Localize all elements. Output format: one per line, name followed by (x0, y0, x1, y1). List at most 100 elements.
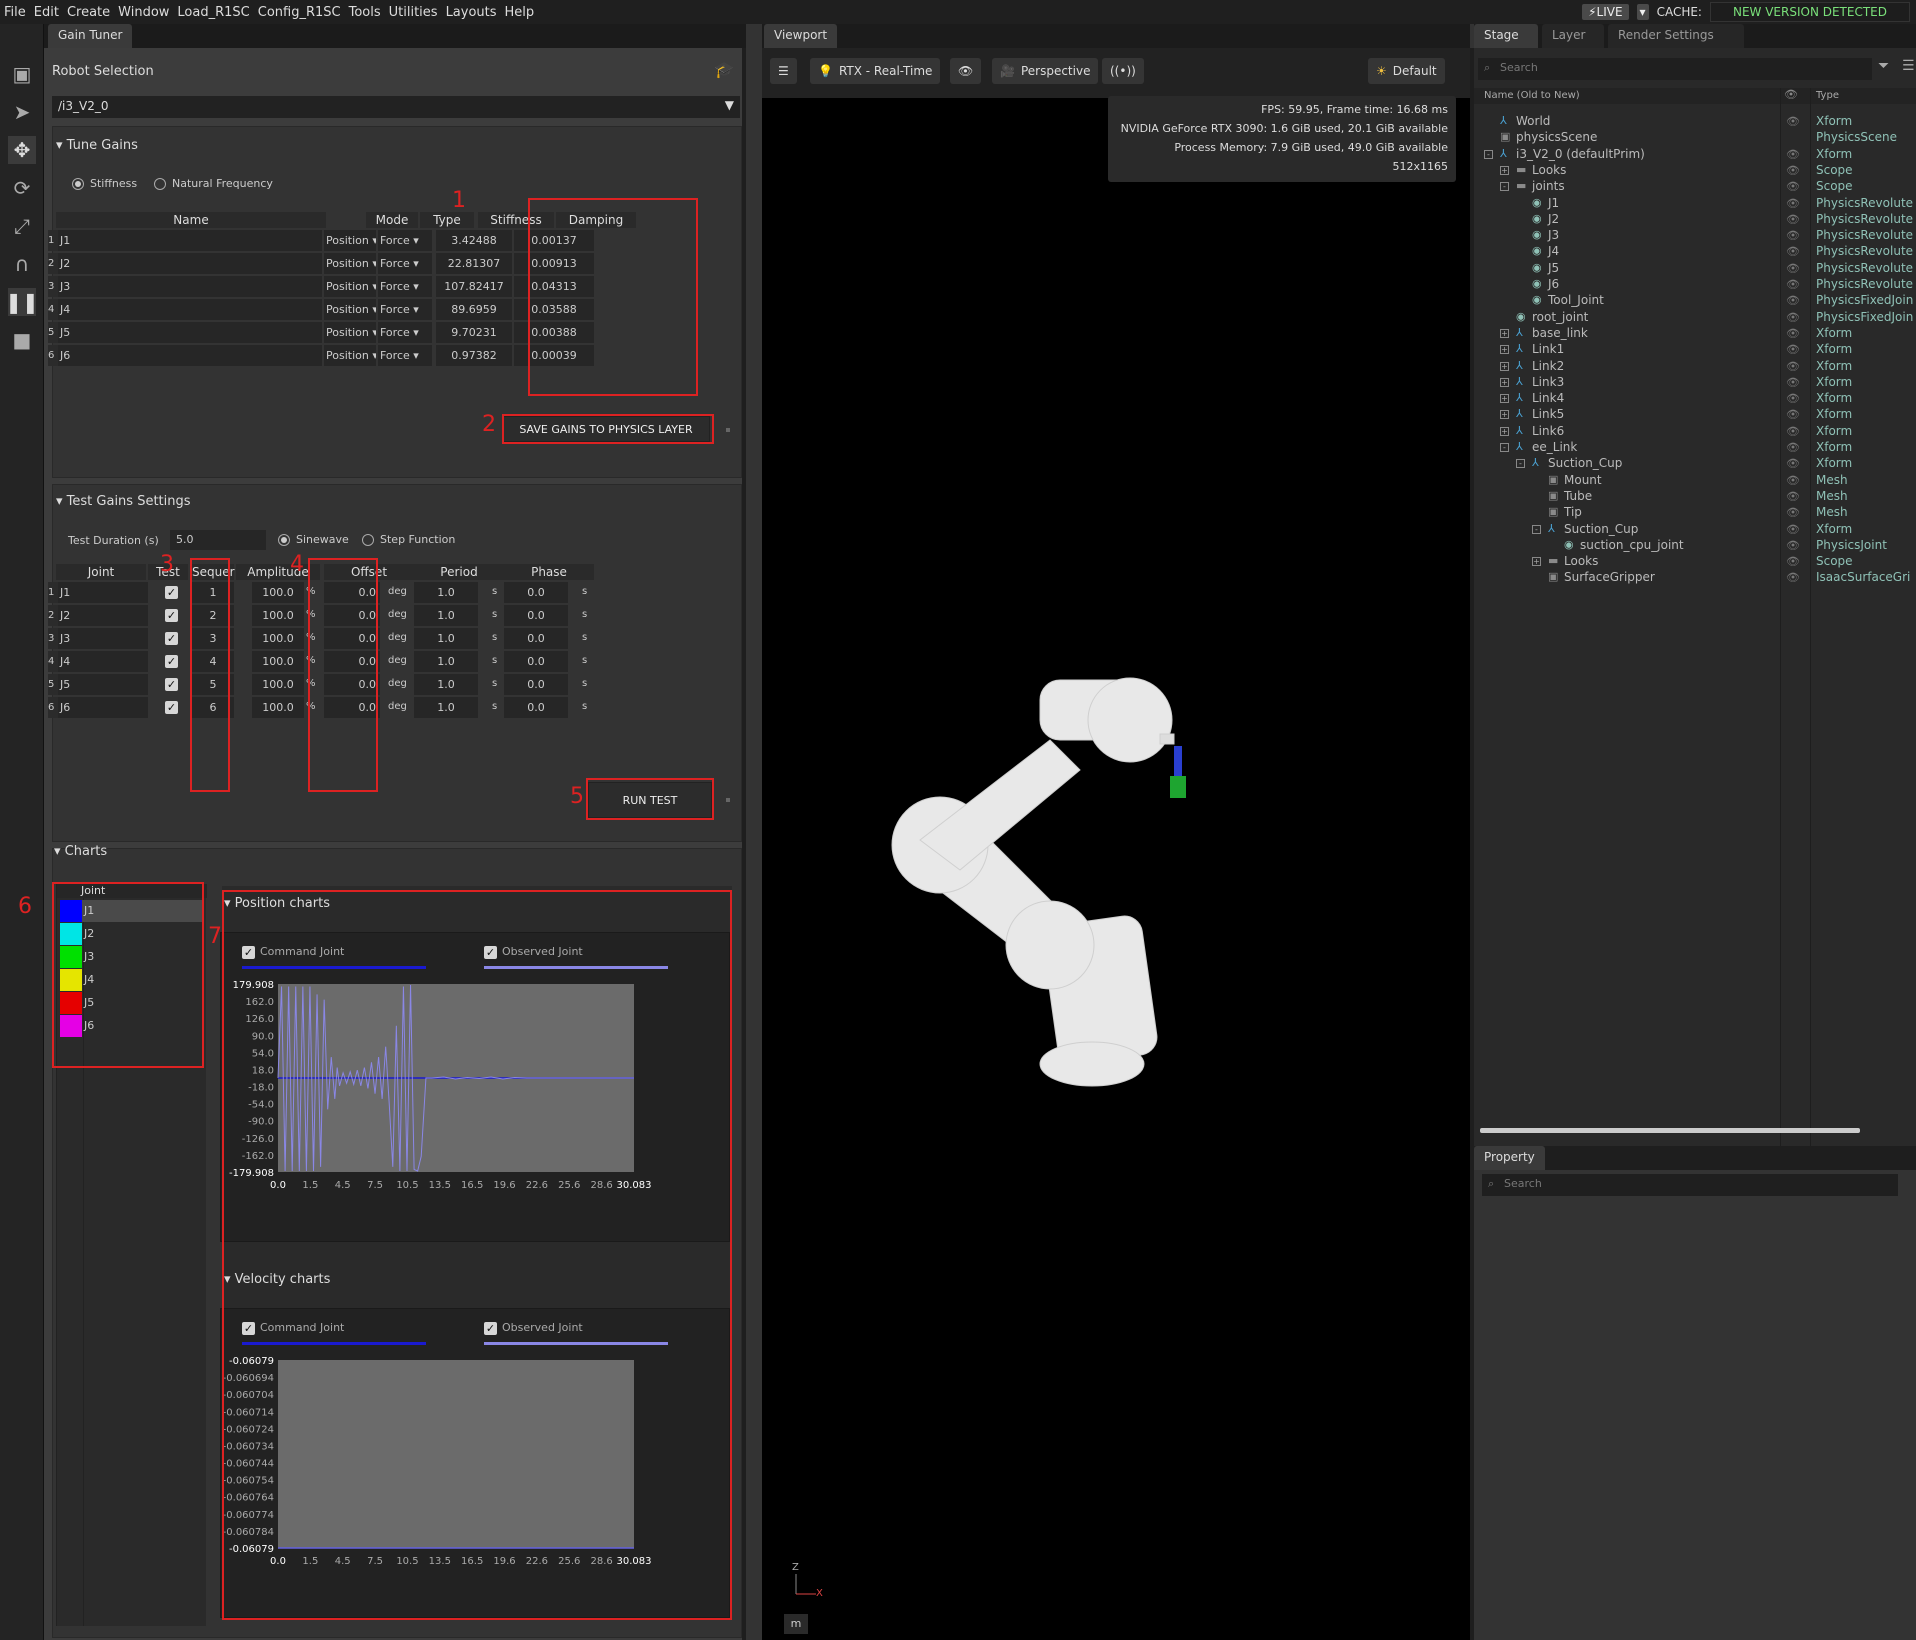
eye-icon[interactable]: 👁 (1786, 245, 1800, 258)
help-icon[interactable]: 🎓 (714, 60, 734, 79)
offset-field[interactable]: 0.0 (324, 628, 380, 649)
expand-icon[interactable]: + (1500, 165, 1509, 175)
type-dropdown[interactable]: Force ▾ (378, 322, 432, 343)
expand-icon[interactable]: + (1500, 377, 1509, 387)
joint-color-swatch[interactable] (60, 1015, 82, 1037)
period-field[interactable]: 1.0 (414, 651, 478, 672)
test-header-6[interactable]: Phase (504, 564, 594, 580)
mode-dropdown[interactable]: Position ▾ (324, 253, 376, 274)
eye-icon[interactable]: 👁 (1786, 474, 1800, 487)
velocity-command-checkbox[interactable]: ✓ (242, 1322, 255, 1335)
expand-icon[interactable]: + (1500, 410, 1509, 420)
mode-dropdown[interactable]: Position ▾ (324, 276, 376, 297)
test-header-5[interactable]: Period (414, 564, 504, 580)
eye-icon[interactable]: 👁 (1786, 197, 1800, 210)
expand-icon[interactable]: + (1500, 345, 1509, 355)
rotate-icon[interactable]: ⟳ (8, 174, 36, 202)
select-mode-icon[interactable]: ▣ (8, 60, 36, 88)
run-test-button[interactable]: RUN TEST (588, 782, 712, 818)
charts-header[interactable]: ▾ Charts (54, 844, 107, 859)
sequence-field[interactable]: 4 (192, 651, 234, 672)
period-field[interactable]: 1.0 (414, 605, 478, 626)
menu-file[interactable]: File (0, 5, 30, 20)
period-field[interactable]: 1.0 (414, 674, 478, 695)
test-header-2[interactable]: Sequer (192, 564, 235, 580)
menu-create[interactable]: Create (63, 5, 114, 20)
renderer-button[interactable]: 💡 RTX - Real-Time (810, 58, 941, 84)
test-checkbox[interactable]: ✓ (165, 586, 178, 599)
damping-field[interactable]: 0.00388 (514, 322, 594, 343)
test-checkbox[interactable]: ✓ (165, 632, 178, 645)
amplitude-field[interactable]: 100.0 (252, 582, 304, 603)
test-header-4[interactable]: Offset (324, 564, 414, 580)
eye-icon[interactable]: 👁 (1786, 457, 1800, 470)
eye-icon[interactable]: 👁 (1786, 294, 1800, 307)
offset-field[interactable]: 0.0 (324, 582, 380, 603)
sequence-field[interactable]: 5 (192, 674, 234, 695)
tab-viewport[interactable]: Viewport (764, 24, 838, 48)
phase-field[interactable]: 0.0 (504, 628, 568, 649)
snap-icon[interactable]: ∩ (8, 250, 36, 278)
viewport-settings-button[interactable]: ☰ (770, 58, 797, 84)
stiffness-field[interactable]: 9.70231 (436, 322, 512, 343)
test-duration-input[interactable]: 5.0 (170, 530, 266, 550)
test-checkbox[interactable]: ✓ (165, 609, 178, 622)
menu-layouts[interactable]: Layouts (442, 5, 501, 20)
offset-field[interactable]: 0.0 (324, 605, 380, 626)
eye-icon[interactable]: 👁 (1786, 555, 1800, 568)
stiffness-field[interactable]: 0.97382 (436, 345, 512, 366)
collapse-icon[interactable]: - (1532, 524, 1541, 534)
stage-tree-row[interactable]: ▣ SurfaceGripper 👁 IsaacSurfaceGri (1474, 568, 1916, 588)
phase-field[interactable]: 0.0 (504, 605, 568, 626)
eye-icon[interactable]: 👁 (1786, 311, 1800, 324)
position-observed-checkbox[interactable]: ✓ (484, 946, 497, 959)
period-field[interactable]: 1.0 (414, 628, 478, 649)
sequence-field[interactable]: 2 (192, 605, 234, 626)
menu-help[interactable]: Help (501, 5, 539, 20)
joint-row-selected[interactable] (82, 900, 204, 922)
offset-field[interactable]: 0.0 (324, 651, 380, 672)
eye-icon[interactable]: 👁 (1786, 115, 1800, 128)
type-dropdown[interactable]: Force ▾ (378, 276, 432, 297)
stiffness-field[interactable]: 107.82417 (436, 276, 512, 297)
property-search-input[interactable]: ⌕ Search (1482, 1174, 1898, 1196)
collapse-icon[interactable]: - (1484, 149, 1493, 159)
eye-icon[interactable]: 👁 (1786, 523, 1800, 536)
eye-icon[interactable]: 👁 (1786, 506, 1800, 519)
tune-header-2[interactable]: Type (420, 212, 474, 228)
joint-color-swatch[interactable] (60, 946, 82, 968)
mode-dropdown[interactable]: Position ▾ (324, 345, 376, 366)
sequence-field[interactable]: 6 (192, 697, 234, 718)
joint-row-label[interactable]: J1 (84, 904, 94, 917)
eye-icon[interactable]: 👁 (1786, 229, 1800, 242)
sinewave-radio[interactable] (278, 534, 290, 546)
eye-icon[interactable]: 👁 (1786, 262, 1800, 275)
eye-icon[interactable]: 👁 (1786, 408, 1800, 421)
phase-field[interactable]: 0.0 (504, 697, 568, 718)
amplitude-field[interactable]: 100.0 (252, 628, 304, 649)
period-field[interactable]: 1.0 (414, 582, 478, 603)
test-header-0[interactable]: Joint (56, 564, 146, 580)
damping-field[interactable]: 0.00137 (514, 230, 594, 251)
eye-icon[interactable]: 👁 (1786, 490, 1800, 503)
test-checkbox[interactable]: ✓ (165, 655, 178, 668)
phase-field[interactable]: 0.0 (504, 674, 568, 695)
damping-field[interactable]: 0.03588 (514, 299, 594, 320)
period-field[interactable]: 1.0 (414, 697, 478, 718)
lighting-button[interactable]: ☀ Default (1368, 58, 1445, 84)
eye-icon[interactable]: 👁 (1786, 148, 1800, 161)
collapse-icon[interactable]: - (1516, 459, 1525, 469)
mode-dropdown[interactable]: Position ▾ (324, 322, 376, 343)
expand-icon[interactable]: + (1500, 394, 1509, 404)
tab-property[interactable]: Property (1474, 1146, 1545, 1170)
camera-button[interactable]: 🎥 Perspective (992, 58, 1099, 84)
pause-icon[interactable]: ❚❚ (5, 288, 39, 316)
joint-row-label[interactable]: J6 (84, 1019, 94, 1032)
type-dropdown[interactable]: Force ▾ (378, 230, 432, 251)
mode-dropdown[interactable]: Position ▾ (324, 230, 376, 251)
tab-gain-tuner[interactable]: Gain Tuner (48, 24, 133, 48)
tune-header-4[interactable]: Damping (556, 212, 636, 228)
menu-utilities[interactable]: Utilities (385, 5, 442, 20)
step-function-radio[interactable] (362, 534, 374, 546)
amplitude-field[interactable]: 100.0 (252, 697, 304, 718)
